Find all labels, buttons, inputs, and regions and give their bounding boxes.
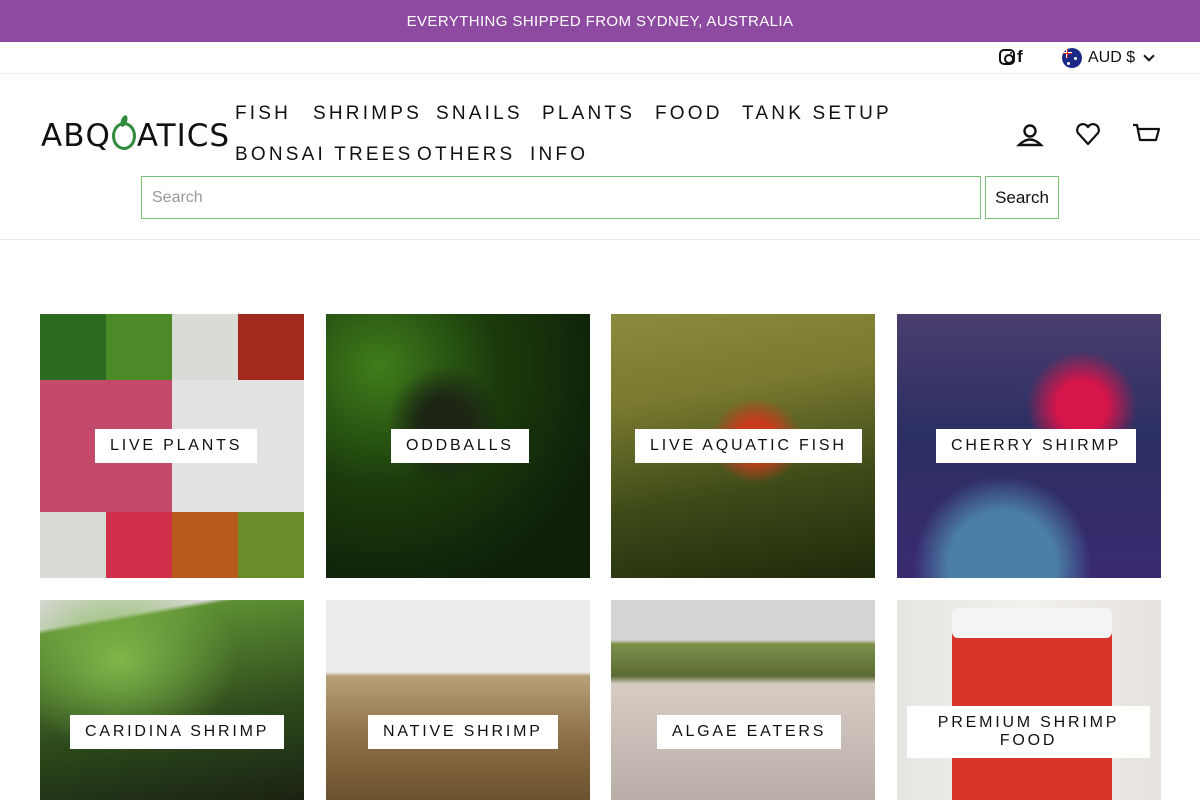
account-icon[interactable] [1016, 121, 1046, 151]
nav-bonsai-trees[interactable]: BONSAI TREES [235, 144, 413, 166]
nav-food[interactable]: FOOD [655, 103, 723, 125]
collection-label: PREMIUM SHRIMP FOOD [907, 706, 1150, 758]
collection-label: CHERRY SHIRMP [936, 429, 1137, 463]
currency-label: AUD $ [1088, 49, 1136, 66]
logo-leaf-mark [111, 122, 136, 150]
instagram-icon[interactable] [999, 49, 1015, 65]
facebook-icon[interactable]: f [1017, 48, 1023, 66]
nav-shrimps[interactable]: SHRIMPS [313, 103, 422, 125]
search-input[interactable]: Search [141, 176, 981, 219]
site-logo[interactable]: ABQ ATICS [41, 118, 230, 154]
collection-live-plants[interactable]: LIVE PLANTS [40, 314, 304, 578]
nav-tank-setup[interactable]: TANK SETUP [742, 103, 892, 125]
search-button[interactable]: Search [985, 176, 1059, 219]
collection-live-aquatic-fish[interactable]: LIVE AQUATIC FISH [611, 314, 875, 578]
collection-label: LIVE AQUATIC FISH [635, 429, 862, 463]
collection-caridina-shrimp[interactable]: CARIDINA SHRIMP [40, 600, 304, 800]
nav-snails[interactable]: SNAILS [436, 103, 523, 125]
wishlist-icon[interactable] [1074, 120, 1104, 150]
collection-label: LIVE PLANTS [95, 429, 258, 463]
chevron-down-icon [1143, 50, 1155, 62]
nav-plants[interactable]: PLANTS [542, 103, 635, 125]
collection-algae-eaters[interactable]: ALGAE EATERS [611, 600, 875, 800]
collection-label: CARIDINA SHRIMP [70, 715, 285, 749]
site-header: ABQ ATICS FISH SHRIMPS SNAILS PLANTS FOO… [0, 75, 1200, 240]
search-placeholder: Search [152, 188, 203, 206]
collection-label: NATIVE SHRIMP [368, 715, 558, 749]
collection-cherry-shrimp[interactable]: CHERRY SHIRMP [897, 314, 1161, 578]
collection-label: ALGAE EATERS [657, 715, 842, 749]
currency-selector[interactable]: AUD $ [1062, 47, 1155, 69]
collection-premium-shrimp-food[interactable]: PREMIUM SHRIMP FOOD [897, 600, 1161, 800]
nav-fish[interactable]: FISH [235, 103, 291, 125]
logo-text-right: ATICS [136, 118, 231, 154]
collection-oddballs[interactable]: ODDBALLS [326, 314, 590, 578]
collection-native-shrimp[interactable]: NATIVE SHRIMP [326, 600, 590, 800]
utility-bar: f AUD $ [0, 42, 1200, 74]
announcement-text: EVERYTHING SHIPPED FROM SYDNEY, AUSTRALI… [406, 12, 794, 30]
collection-label: ODDBALLS [391, 429, 529, 463]
australia-flag-icon [1062, 48, 1082, 68]
announcement-bar: EVERYTHING SHIPPED FROM SYDNEY, AUSTRALI… [0, 0, 1200, 42]
logo-text-left: ABQ [41, 118, 111, 154]
nav-info[interactable]: INFO [530, 144, 588, 166]
cart-icon[interactable] [1132, 120, 1162, 150]
nav-others[interactable]: OTHERS [417, 144, 515, 166]
